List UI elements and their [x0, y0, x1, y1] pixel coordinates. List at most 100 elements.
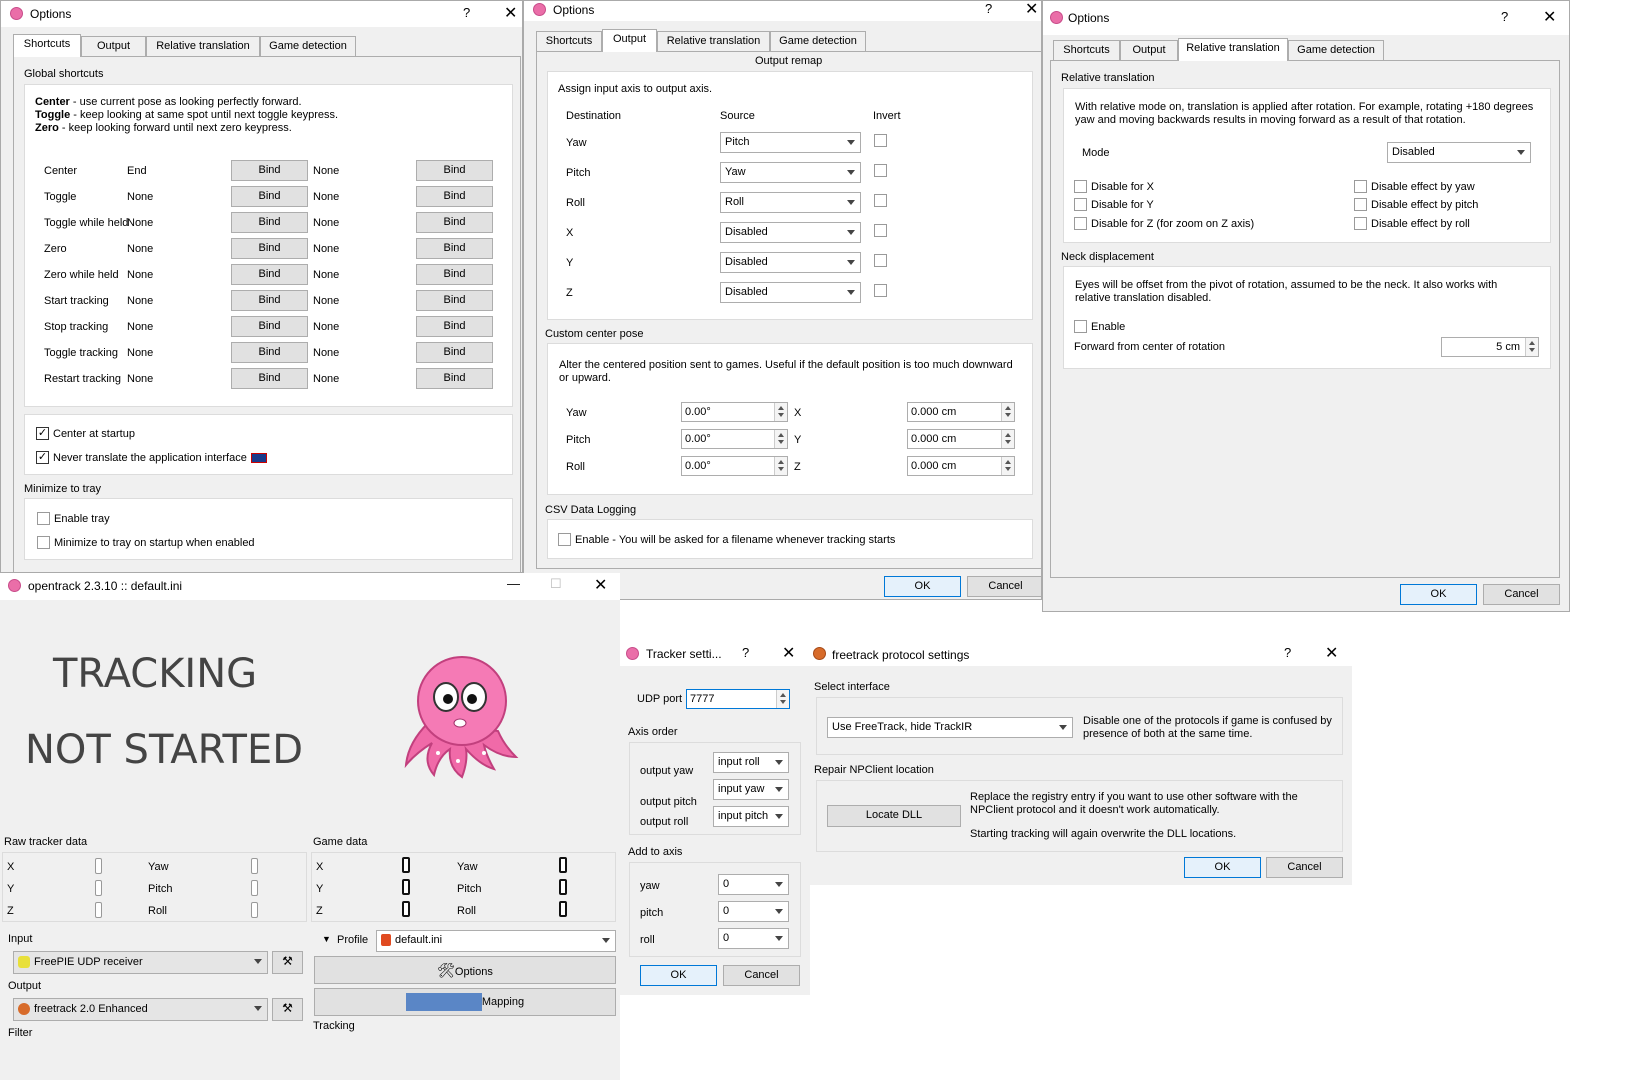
remap-source-dropdown[interactable]: Pitch — [720, 132, 861, 153]
pose-translation-spinbox[interactable]: 0.000 cm — [907, 402, 1015, 422]
mapping-button[interactable]: Mapping — [314, 988, 616, 1016]
pose-rotation-spinbox[interactable]: 0.00° — [681, 456, 788, 476]
invert-checkbox[interactable] — [874, 254, 887, 267]
forward-spinbox[interactable]: 5 cm — [1441, 337, 1539, 357]
bind-button[interactable]: Bind — [416, 316, 493, 337]
bind-button[interactable]: Bind — [416, 186, 493, 207]
cancel-button[interactable]: Cancel — [1266, 857, 1343, 878]
bind-button[interactable]: Bind — [416, 290, 493, 311]
remap-source-dropdown[interactable]: Roll — [720, 192, 861, 213]
close-button[interactable]: ✕ — [1025, 1, 1038, 19]
interface-dropdown[interactable]: Use FreeTrack, hide TrackIR — [827, 717, 1073, 738]
cancel-button[interactable]: Cancel — [1483, 584, 1560, 605]
csv-enable-checkbox[interactable] — [558, 533, 571, 546]
profile-menu-arrow-icon[interactable]: ▼ — [322, 934, 331, 944]
cancel-button[interactable]: Cancel — [967, 576, 1041, 597]
profile-dropdown[interactable]: default.ini — [376, 930, 616, 952]
locate-dll-button[interactable]: Locate DLL — [827, 805, 961, 827]
options-button[interactable]: 🛠Options — [314, 956, 616, 984]
pose-translation-spinbox[interactable]: 0.000 cm — [907, 456, 1015, 476]
minimize-button[interactable]: — — [507, 576, 520, 591]
udp-port-spinbox[interactable]: 7777 — [686, 689, 790, 709]
ok-button[interactable]: OK — [1400, 584, 1477, 605]
tab-output[interactable]: Output — [602, 29, 657, 52]
bind-button[interactable]: Bind — [231, 186, 308, 207]
axis-order-dropdown[interactable]: input roll — [713, 752, 789, 773]
disable-x-checkbox[interactable] — [1074, 180, 1087, 193]
tab-shortcuts[interactable]: Shortcuts — [1053, 40, 1120, 60]
bind-button[interactable]: Bind — [416, 160, 493, 181]
mode-dropdown[interactable]: Disabled — [1387, 142, 1531, 163]
remap-source-dropdown[interactable]: Disabled — [720, 282, 861, 303]
tab-game-detection[interactable]: Game detection — [1288, 40, 1384, 60]
help-button[interactable]: ? — [1501, 9, 1508, 24]
help-button[interactable]: ? — [742, 645, 749, 660]
bind-button[interactable]: Bind — [231, 160, 308, 181]
bind-button[interactable]: Bind — [231, 368, 308, 389]
remap-source-dropdown[interactable]: Yaw — [720, 162, 861, 183]
input-dropdown[interactable]: FreePIE UDP receiver — [13, 951, 268, 974]
invert-checkbox[interactable] — [874, 164, 887, 177]
bind-button[interactable]: Bind — [231, 342, 308, 363]
bind-button[interactable]: Bind — [231, 264, 308, 285]
enable-tray-checkbox[interactable] — [37, 512, 50, 525]
tab-relative-translation[interactable]: Relative translation — [657, 31, 770, 51]
input-settings-button[interactable]: ⚒ — [272, 951, 303, 974]
close-button[interactable]: ✕ — [594, 575, 607, 595]
minimize-startup-checkbox[interactable] — [37, 536, 50, 549]
tab-shortcuts[interactable]: Shortcuts — [13, 34, 81, 57]
neck-enable-checkbox[interactable] — [1074, 320, 1087, 333]
invert-checkbox[interactable] — [874, 194, 887, 207]
bind-button[interactable]: Bind — [416, 238, 493, 259]
maximize-button[interactable]: ☐ — [550, 576, 562, 592]
cancel-button[interactable]: Cancel — [723, 965, 800, 986]
bind-button[interactable]: Bind — [231, 212, 308, 233]
add-axis-dropdown[interactable]: 0 — [718, 901, 789, 922]
bind-button[interactable]: Bind — [231, 290, 308, 311]
pose-rotation-spinbox[interactable]: 0.00° — [681, 402, 788, 422]
tab-shortcuts[interactable]: Shortcuts — [536, 31, 602, 51]
bind-button[interactable]: Bind — [416, 342, 493, 363]
output-dropdown[interactable]: freetrack 2.0 Enhanced — [13, 998, 268, 1021]
bind-button[interactable]: Bind — [416, 264, 493, 285]
tab-output[interactable]: Output — [81, 36, 146, 56]
invert-checkbox[interactable] — [874, 284, 887, 297]
disable-y-checkbox[interactable] — [1074, 198, 1087, 211]
close-button[interactable]: ✕ — [782, 643, 795, 663]
tab-relative-translation[interactable]: Relative translation — [1178, 38, 1288, 61]
disable-yaw-checkbox[interactable] — [1354, 180, 1367, 193]
add-axis-dropdown[interactable]: 0 — [718, 928, 789, 949]
bind-button[interactable]: Bind — [416, 368, 493, 389]
pose-rotation-spinbox[interactable]: 0.00° — [681, 429, 788, 449]
remap-source-dropdown[interactable]: Disabled — [720, 222, 861, 243]
help-button[interactable]: ? — [1284, 645, 1291, 660]
ok-button[interactable]: OK — [1184, 857, 1261, 878]
invert-checkbox[interactable] — [874, 134, 887, 147]
output-settings-button[interactable]: ⚒ — [272, 998, 303, 1021]
ok-button[interactable]: OK — [884, 576, 961, 597]
tab-output[interactable]: Output — [1120, 40, 1178, 60]
disable-roll-checkbox[interactable] — [1354, 217, 1367, 230]
add-axis-dropdown[interactable]: 0 — [718, 874, 789, 895]
help-button[interactable]: ? — [985, 1, 992, 16]
close-button[interactable]: ✕ — [1543, 7, 1556, 27]
bind-button[interactable]: Bind — [231, 316, 308, 337]
disable-z-checkbox[interactable] — [1074, 217, 1087, 230]
never-translate-checkbox[interactable]: ✓ — [36, 451, 49, 464]
bind-button[interactable]: Bind — [416, 212, 493, 233]
bind-button[interactable]: Bind — [231, 238, 308, 259]
tab-relative-translation[interactable]: Relative translation — [146, 36, 260, 56]
remap-source-dropdown[interactable]: Disabled — [720, 252, 861, 273]
tab-game-detection[interactable]: Game detection — [770, 31, 866, 51]
close-button[interactable]: ✕ — [1325, 643, 1338, 663]
tab-game-detection[interactable]: Game detection — [260, 36, 356, 56]
pose-translation-spinbox[interactable]: 0.000 cm — [907, 429, 1015, 449]
invert-checkbox[interactable] — [874, 224, 887, 237]
axis-order-dropdown[interactable]: input pitch — [713, 806, 789, 827]
close-button[interactable]: ✕ — [504, 3, 517, 23]
disable-pitch-checkbox[interactable] — [1354, 198, 1367, 211]
center-startup-checkbox[interactable]: ✓ — [36, 427, 49, 440]
help-button[interactable]: ? — [463, 5, 470, 20]
axis-order-dropdown[interactable]: input yaw — [713, 779, 789, 800]
ok-button[interactable]: OK — [640, 965, 717, 986]
